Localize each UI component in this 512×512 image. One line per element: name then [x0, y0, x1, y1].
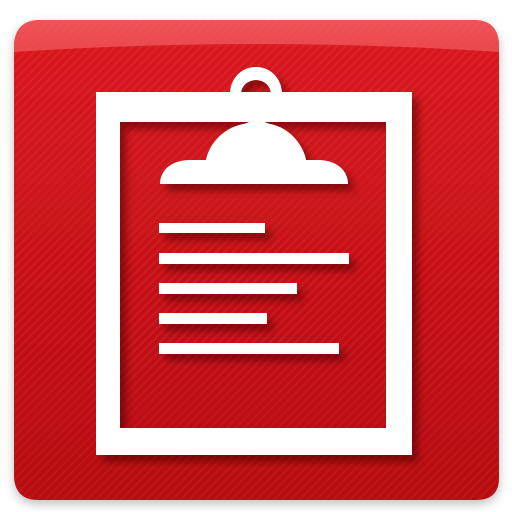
text-line-1 — [159, 223, 265, 233]
text-line-4 — [159, 313, 267, 324]
icon-canvas — [0, 0, 512, 512]
clipboard-app-icon[interactable] — [0, 0, 512, 512]
text-line-2 — [159, 253, 349, 264]
text-line-5 — [159, 343, 339, 354]
clipboard-icon — [14, 20, 499, 500]
text-line-3 — [159, 283, 297, 294]
